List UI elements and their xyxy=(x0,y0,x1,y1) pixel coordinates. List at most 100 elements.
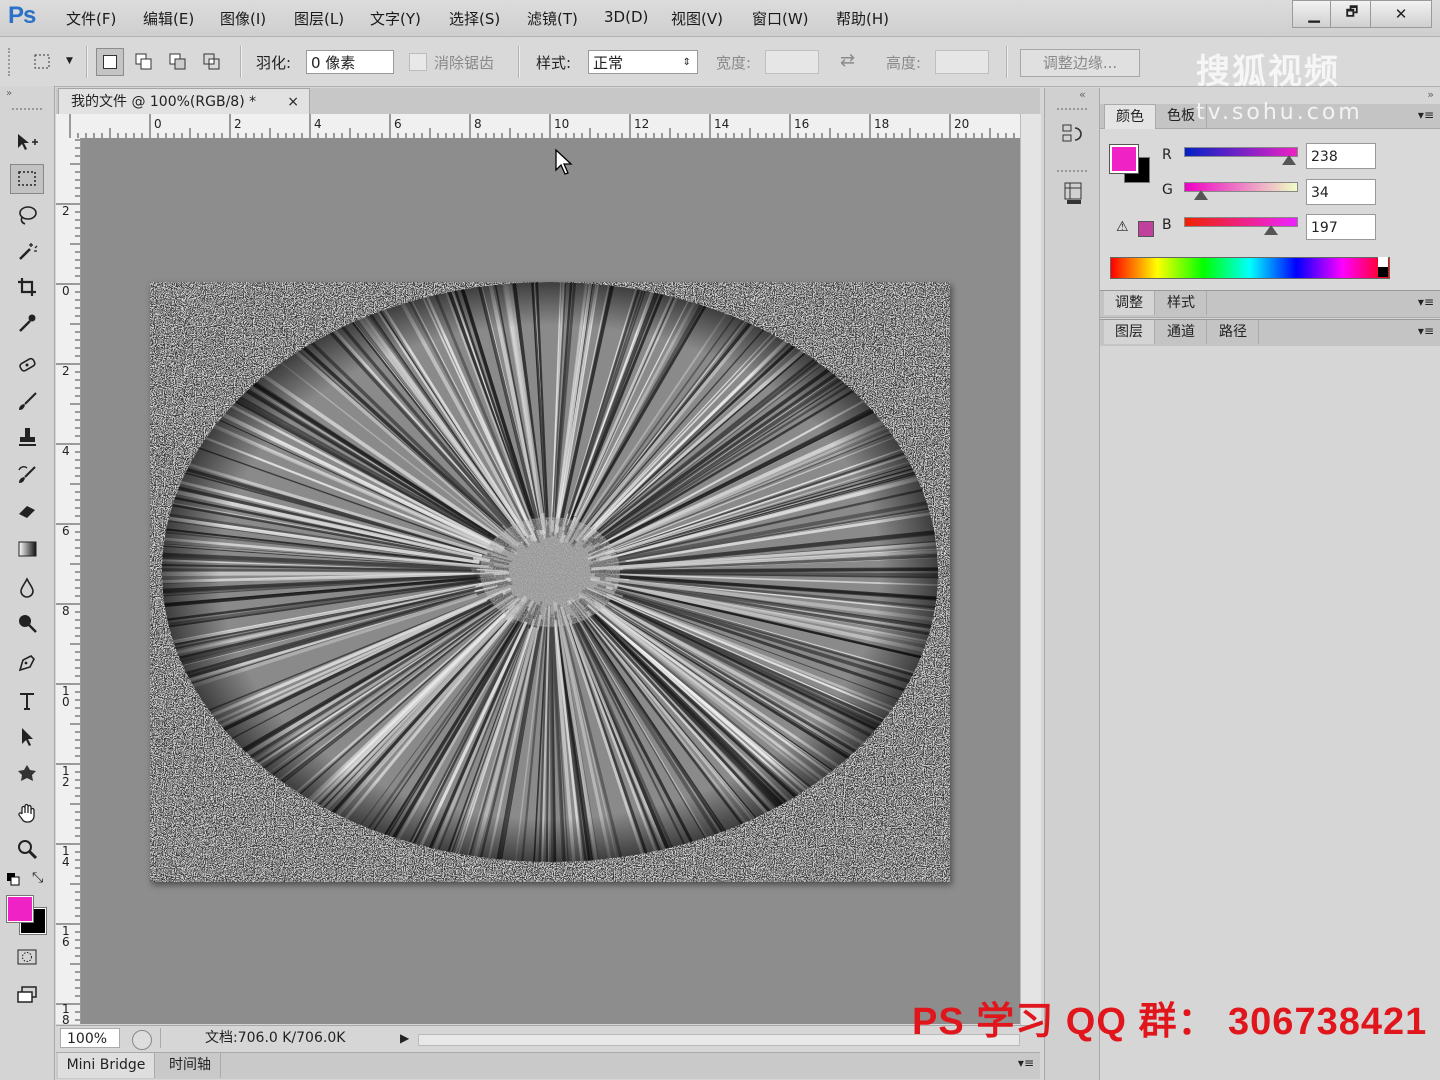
hand-tool[interactable] xyxy=(10,798,44,828)
swap-icon[interactable]: ⇄ xyxy=(840,50,855,71)
add-selection-button[interactable] xyxy=(130,48,158,76)
quick-mask-button[interactable] xyxy=(10,942,44,972)
zoom-field[interactable]: 100% xyxy=(60,1028,120,1048)
gradient-tool[interactable] xyxy=(10,534,44,564)
warning-icon[interactable]: ⚠ xyxy=(1116,219,1129,235)
collapse-icon[interactable]: » xyxy=(6,88,12,99)
tab-adjustments[interactable]: 调整 xyxy=(1104,291,1155,315)
height-input[interactable] xyxy=(935,50,989,74)
menu-file[interactable]: 文件(F) xyxy=(66,8,116,29)
red-value-input[interactable]: 238 xyxy=(1306,143,1376,169)
close-tab-icon[interactable]: × xyxy=(287,89,299,115)
lasso-tool[interactable] xyxy=(10,200,44,230)
ruler-label: 16 xyxy=(794,117,810,131)
tab-styles[interactable]: 样式 xyxy=(1156,291,1207,315)
menu-image[interactable]: 图像(I) xyxy=(220,8,266,29)
tab-color[interactable]: 颜色 xyxy=(1104,104,1156,129)
black-swatch[interactable] xyxy=(1378,267,1388,277)
foreground-color-swatch[interactable] xyxy=(6,895,34,923)
gamut-color-swatch[interactable] xyxy=(1138,221,1154,237)
eyedropper-tool[interactable] xyxy=(10,308,44,338)
move-tool[interactable] xyxy=(10,128,44,158)
green-slider-handle[interactable] xyxy=(1194,190,1208,200)
document-tab[interactable]: 我的文件 @ 100%(RGB/8) * × xyxy=(58,88,310,114)
history-brush-tool[interactable] xyxy=(10,460,44,490)
menu-edit[interactable]: 编辑(E) xyxy=(143,8,194,29)
document-canvas[interactable] xyxy=(150,282,950,882)
eraser-tool[interactable] xyxy=(10,496,44,526)
marquee-preset-picker[interactable] xyxy=(30,48,58,76)
style-select[interactable]: 正常 ⇕ xyxy=(588,50,698,74)
collapse-icon[interactable]: « xyxy=(1079,88,1086,101)
vertical-scrollbar[interactable] xyxy=(1020,114,1041,1026)
ruler-label: 1 8 xyxy=(62,1002,70,1027)
chevron-down-icon[interactable]: ▼ xyxy=(66,56,73,66)
share-icon[interactable] xyxy=(132,1030,152,1050)
default-colors-icon[interactable] xyxy=(6,872,20,890)
blue-value-input[interactable]: 197 xyxy=(1306,214,1376,240)
tab-timeline[interactable]: 时间轴 xyxy=(160,1053,221,1078)
blue-slider[interactable] xyxy=(1184,217,1298,227)
red-slider-handle[interactable] xyxy=(1282,155,1296,165)
dodge-tool[interactable] xyxy=(10,608,44,638)
type-tool[interactable] xyxy=(10,686,44,716)
menu-type[interactable]: 文字(Y) xyxy=(370,8,421,29)
menu-select[interactable]: 选择(S) xyxy=(449,8,500,29)
quick-select-tool[interactable] xyxy=(10,236,44,266)
green-value-input[interactable]: 34 xyxy=(1306,179,1376,205)
white-swatch[interactable] xyxy=(1378,257,1388,267)
menu-layer[interactable]: 图层(L) xyxy=(294,8,344,29)
tab-channels[interactable]: 通道 xyxy=(1156,320,1207,344)
panel-menu-icon[interactable]: ▾≡ xyxy=(1418,324,1434,338)
ruler-ticks xyxy=(56,139,80,1021)
ruler-label: 18 xyxy=(874,117,890,131)
tab-mini-bridge[interactable]: Mini Bridge xyxy=(58,1053,155,1078)
menu-view[interactable]: 视图(V) xyxy=(671,8,723,29)
menu-help[interactable]: 帮助(H) xyxy=(836,8,889,29)
close-window-button[interactable]: ✕ xyxy=(1370,0,1432,28)
pen-tool[interactable] xyxy=(10,648,44,678)
feather-input[interactable]: 0 像素 xyxy=(306,50,394,74)
healing-brush-tool[interactable] xyxy=(10,350,44,380)
red-slider[interactable] xyxy=(1184,147,1298,157)
new-selection-button[interactable] xyxy=(96,48,124,76)
swap-colors-icon[interactable]: ⤡ xyxy=(32,870,43,886)
custom-shape-tool[interactable] xyxy=(10,758,44,788)
subtract-selection-button[interactable] xyxy=(164,48,192,76)
blue-slider-handle[interactable] xyxy=(1264,225,1278,235)
menu-filter[interactable]: 滤镜(T) xyxy=(527,8,578,29)
width-input[interactable] xyxy=(765,50,819,74)
tab-paths[interactable]: 路径 xyxy=(1208,320,1259,344)
antialias-checkbox[interactable] xyxy=(409,53,427,71)
menu-window[interactable]: 窗口(W) xyxy=(752,8,809,29)
refine-edge-button[interactable]: 调整边缘... xyxy=(1020,49,1140,77)
crop-tool[interactable] xyxy=(10,272,44,302)
intersect-selection-button[interactable] xyxy=(198,48,226,76)
subtract-selection-icon xyxy=(169,53,186,70)
status-menu-arrow-icon[interactable]: ▶ xyxy=(400,1028,416,1048)
panel-menu-icon[interactable]: ▾≡ xyxy=(1418,295,1434,309)
rect-marquee-tool[interactable] xyxy=(10,164,44,194)
panel-menu-icon[interactable]: ▾≡ xyxy=(1418,108,1434,122)
ruler-label: 14 xyxy=(714,117,730,131)
canvas-area[interactable] xyxy=(81,138,1020,1024)
menu-3d[interactable]: 3D(D) xyxy=(604,8,648,26)
restore-button[interactable]: 🗗 xyxy=(1330,0,1374,28)
ruler-horizontal[interactable]: 0 2 4 6 8 10 12 14 16 18 20 xyxy=(56,114,1020,139)
ruler-label: 4 xyxy=(62,444,70,458)
clone-stamp-tool[interactable] xyxy=(10,422,44,452)
brush-tool[interactable] xyxy=(10,386,44,416)
ruler-vertical[interactable]: 2 0 2 4 6 8 1 0 1 2 1 4 1 6 1 8 xyxy=(56,138,81,1027)
zoom-tool[interactable] xyxy=(10,834,44,864)
blur-tool[interactable] xyxy=(10,572,44,602)
style-value: 正常 xyxy=(593,54,624,72)
properties-panel-icon[interactable] xyxy=(1061,180,1085,210)
expand-icon[interactable]: » xyxy=(1427,88,1434,101)
history-panel-icon[interactable] xyxy=(1061,122,1085,152)
screen-mode-button[interactable] xyxy=(10,980,44,1010)
foreground-color-swatch[interactable] xyxy=(1109,144,1139,174)
path-select-tool[interactable] xyxy=(10,722,44,752)
panel-menu-icon[interactable]: ▾≡ xyxy=(1018,1056,1034,1070)
tab-layers[interactable]: 图层 xyxy=(1104,320,1155,344)
color-spectrum-bar[interactable] xyxy=(1110,257,1390,279)
